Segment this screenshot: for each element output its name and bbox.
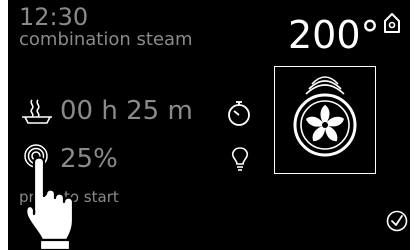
duration-value[interactable]: 00 h 25 m	[60, 96, 193, 126]
oven-display: 12:30 combination steam 200° 00 h 25 m 2…	[8, 0, 410, 250]
check-icon[interactable]	[386, 210, 408, 232]
steam-tray-icon	[22, 99, 52, 124]
program-name[interactable]: combination steam	[19, 29, 193, 51]
home-icon[interactable]	[382, 12, 402, 34]
lamp-icon[interactable]	[230, 146, 250, 172]
temperature-value[interactable]: 200°	[288, 14, 380, 56]
clock: 12:30	[19, 3, 89, 31]
fan-icon	[293, 76, 357, 157]
stopwatch-icon[interactable]	[226, 99, 252, 127]
heating-mode-button[interactable]	[274, 66, 376, 174]
hand-pointer-icon	[25, 156, 75, 250]
